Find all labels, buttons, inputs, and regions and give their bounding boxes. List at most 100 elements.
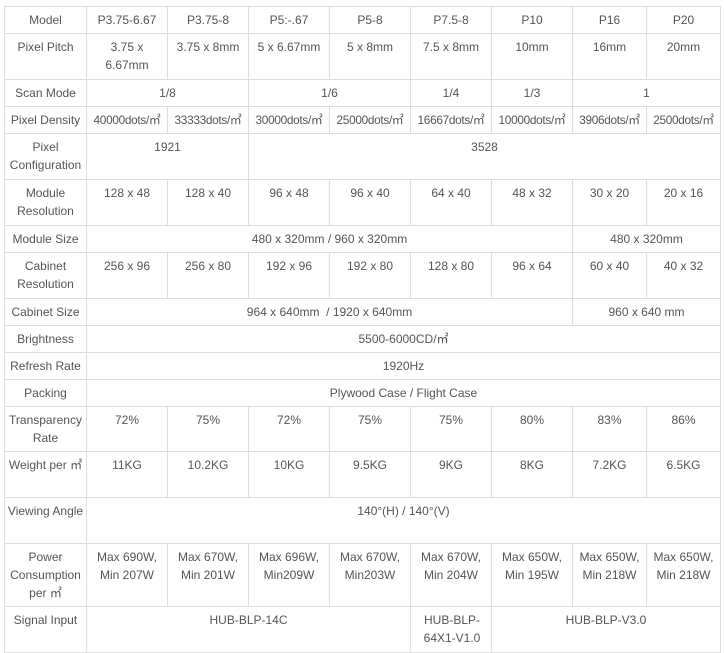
cell-value: 8KG — [491, 451, 573, 498]
row-transparency-rate: Transparency Rate 72% 75% 72% 75% 75% 80… — [4, 406, 721, 452]
cell-value: 964 x 640mm / 1920 x 640mm — [86, 298, 573, 326]
cell-value: 72% — [86, 406, 168, 452]
row-cabinet-size: Cabinet Size 964 x 640mm / 1920 x 640mm … — [4, 298, 721, 326]
row-label: Packing — [4, 379, 87, 407]
cell-value: Max 650W, Min 218W — [572, 543, 647, 607]
cell-value: 25000dots/㎡ — [329, 106, 411, 134]
cell-value: 11KG — [86, 451, 168, 498]
cell-value: Max 690W, Min 207W — [86, 543, 168, 607]
row-pixel-density: Pixel Density 40000dots/㎡ 33333dots/㎡ 30… — [4, 106, 721, 134]
cell-value: 1921 — [86, 133, 249, 180]
row-pixel-pitch: Pixel Pitch 3.75 x 6.67mm 3.75 x 8mm 5 x… — [4, 33, 721, 80]
row-pixel-configuration: Pixel Configuration 1921 3528 — [4, 133, 721, 180]
cell-value: 30 x 20 — [572, 179, 647, 226]
cell-value: 10.2KG — [167, 451, 249, 498]
row-brightness: Brightness 5500-6000CD/㎡ — [4, 325, 721, 353]
cell-value: 75% — [167, 406, 249, 452]
cell-value: 33333dots/㎡ — [167, 106, 249, 134]
row-label: Cabinet Resolution — [4, 252, 87, 299]
model-header: P16 — [572, 6, 647, 34]
cell-value: 10000dots/㎡ — [491, 106, 573, 134]
cell-value: 1/4 — [410, 79, 492, 107]
cell-value: 1/6 — [248, 79, 411, 107]
cell-value: 80% — [491, 406, 573, 452]
cell-value: HUB-BLP-V3.0 — [491, 606, 721, 653]
row-label: Refresh Rate — [4, 352, 87, 380]
cell-value: 20 x 16 — [646, 179, 721, 226]
cell-value: 83% — [572, 406, 647, 452]
row-label: Transparency Rate — [4, 406, 87, 452]
cell-value: 960 x 640 mm — [572, 298, 721, 326]
row-power-consumption: Power Consumption per ㎡ Max 690W, Min 20… — [4, 543, 721, 607]
row-label: Module Resolution — [4, 179, 87, 226]
row-label: Pixel Configuration — [4, 133, 87, 180]
cell-value: Plywood Case / Flight Case — [86, 379, 721, 407]
cell-value: 3528 — [248, 133, 721, 180]
cell-value: 3.75 x 6.67mm — [86, 33, 168, 80]
model-header: P3.75-8 — [167, 6, 249, 34]
row-module-resolution: Module Resolution 128 x 48 128 x 40 96 x… — [4, 179, 721, 226]
cell-value: 192 x 80 — [329, 252, 411, 299]
cell-value: 75% — [410, 406, 492, 452]
cell-value: 128 x 40 — [167, 179, 249, 226]
cell-value: 7.2KG — [572, 451, 647, 498]
cell-value: 9.5KG — [329, 451, 411, 498]
cell-value: 480 x 320mm / 960 x 320mm — [86, 225, 573, 253]
row-model: Model P3.75-6.67 P3.75-8 P5:-.67 P5-8 P7… — [4, 6, 721, 34]
model-header: P5-8 — [329, 6, 411, 34]
cell-value: Max 670W, Min 201W — [167, 543, 249, 607]
cell-value: 10KG — [248, 451, 330, 498]
cell-value: 20mm — [646, 33, 721, 80]
model-header: P20 — [646, 6, 721, 34]
row-viewing-angle: Viewing Angle 140°(H) / 140°(V) — [4, 497, 721, 544]
row-refresh-rate: Refresh Rate 1920Hz — [4, 352, 721, 380]
cell-value: 64 x 40 — [410, 179, 492, 226]
cell-value: 6.5KG — [646, 451, 721, 498]
cell-value: Max 670W, Min203W — [329, 543, 411, 607]
model-header: P5:-.67 — [248, 6, 330, 34]
row-label: Scan Mode — [4, 79, 87, 107]
cell-value: 7.5 x 8mm — [410, 33, 492, 80]
cell-value: 10mm — [491, 33, 573, 80]
cell-value: 256 x 96 — [86, 252, 168, 299]
cell-value: Max 650W, Min 218W — [646, 543, 721, 607]
cell-value: 480 x 320mm — [572, 225, 721, 253]
cell-value: HUB-BLP-14C — [86, 606, 411, 653]
cell-value: 86% — [646, 406, 721, 452]
cell-value: 3906dots/㎡ — [572, 106, 647, 134]
led-spec-table: Model P3.75-6.67 P3.75-8 P5:-.67 P5-8 P7… — [4, 6, 721, 653]
cell-value: Max 650W, Min 195W — [491, 543, 573, 607]
model-header: P10 — [491, 6, 573, 34]
cell-value: 40000dots/㎡ — [86, 106, 168, 134]
row-scan-mode: Scan Mode 1/8 1/6 1/4 1/3 1 — [4, 79, 721, 107]
row-packing: Packing Plywood Case / Flight Case — [4, 379, 721, 407]
row-label: Signal Input — [4, 606, 87, 653]
row-label: Model — [4, 6, 87, 34]
cell-value: 5 x 6.67mm — [248, 33, 330, 80]
cell-value: 256 x 80 — [167, 252, 249, 299]
cell-value: 40 x 32 — [646, 252, 721, 299]
cell-value: 96 x 40 — [329, 179, 411, 226]
cell-value: 96 x 64 — [491, 252, 573, 299]
cell-value: 3.75 x 8mm — [167, 33, 249, 80]
cell-value: 5500-6000CD/㎡ — [86, 325, 721, 353]
cell-value: 30000dots/㎡ — [248, 106, 330, 134]
cell-value: 192 x 96 — [248, 252, 330, 299]
row-label: Viewing Angle — [4, 497, 87, 544]
cell-value: HUB-BLP-64X1-V1.0 — [410, 606, 492, 653]
cell-value: 75% — [329, 406, 411, 452]
row-label: Brightness — [4, 325, 87, 353]
row-label: Module Size — [4, 225, 87, 253]
row-label: Pixel Pitch — [4, 33, 87, 80]
model-header: P7.5-8 — [410, 6, 492, 34]
cell-value: 1/3 — [491, 79, 573, 107]
row-label: Cabinet Size — [4, 298, 87, 326]
cell-value: 9KG — [410, 451, 492, 498]
cell-value: 1920Hz — [86, 352, 721, 380]
cell-value: 1 — [572, 79, 721, 107]
cell-value: Max 696W, Min209W — [248, 543, 330, 607]
row-weight: Weight per ㎡ 11KG 10.2KG 10KG 9.5KG 9KG … — [4, 451, 721, 498]
row-label: Power Consumption per ㎡ — [4, 543, 87, 607]
cell-value: 128 x 80 — [410, 252, 492, 299]
cell-value: 2500dots/㎡ — [646, 106, 721, 134]
